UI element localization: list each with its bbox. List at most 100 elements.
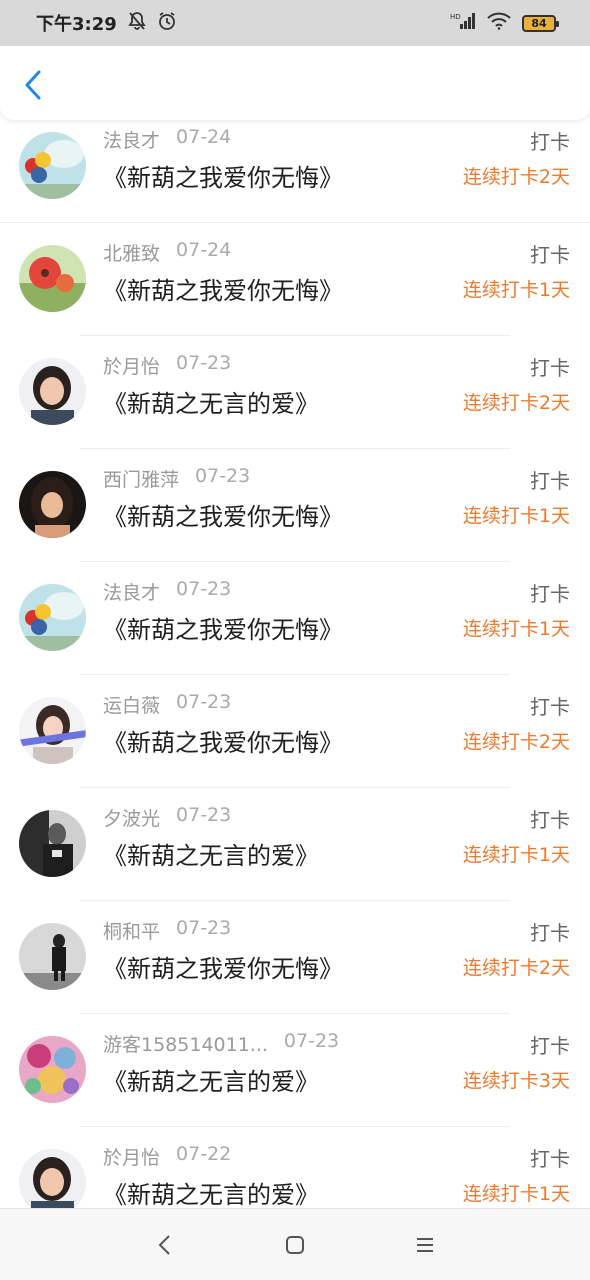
- checkin-date: 07-24: [176, 126, 232, 148]
- wifi-icon: [486, 12, 512, 34]
- book-title[interactable]: 《新葫之我爱你无悔》: [103, 497, 343, 532]
- checkin-date: 07-22: [176, 1143, 232, 1165]
- avatar[interactable]: [19, 471, 86, 538]
- checkin-row[interactable]: 於月怡 07-23 《新葫之无言的爱》 打卡连续打卡2天: [0, 336, 590, 449]
- user-name[interactable]: 法良才: [103, 578, 160, 605]
- checkin-type: 打卡: [530, 356, 570, 380]
- checkin-row[interactable]: 法良才 07-23 《新葫之我爱你无悔》 打卡连续打卡1天: [0, 562, 590, 675]
- checkin-date: 07-23: [176, 691, 232, 713]
- checkin-meta: 北雅致 07-24: [103, 239, 231, 266]
- avatar[interactable]: [19, 810, 86, 877]
- avatar[interactable]: [19, 132, 86, 199]
- checkin-type: 打卡: [530, 921, 570, 945]
- avatar[interactable]: [19, 245, 86, 312]
- chevron-left-icon: [25, 70, 41, 100]
- streak-label: 连续打卡1天: [462, 279, 570, 301]
- checkin-meta: 游客158514011... 07-23: [103, 1030, 339, 1057]
- status-time: 下午3:29: [36, 14, 117, 35]
- checkin-meta: 西门雅萍 07-23: [103, 465, 250, 492]
- checkin-date: 07-23: [176, 352, 232, 374]
- checkin-meta: 於月怡 07-23: [103, 352, 231, 379]
- nav-home-button[interactable]: [275, 1225, 315, 1265]
- checkin-meta: 夕波光 07-23: [103, 804, 231, 831]
- avatar[interactable]: [19, 584, 86, 651]
- book-title[interactable]: 《新葫之我爱你无悔》: [103, 158, 343, 193]
- checkin-row[interactable]: 桐和平 07-23 《新葫之我爱你无悔》 打卡连续打卡2天: [0, 901, 590, 1014]
- checkin-meta: 运白薇 07-23: [103, 691, 231, 718]
- streak-label: 连续打卡1天: [462, 1183, 570, 1205]
- home-nav-icon: [286, 1235, 304, 1254]
- status-right: HD 84: [450, 12, 559, 34]
- book-title[interactable]: 《新葫之我爱你无悔》: [103, 723, 343, 758]
- avatar[interactable]: [19, 1149, 86, 1208]
- user-name[interactable]: 夕波光: [103, 804, 160, 831]
- streak-label: 连续打卡3天: [462, 1070, 570, 1092]
- checkin-row[interactable]: 法良才 07-24 《新葫之我爱你无悔》 打卡 连续打卡2天: [0, 120, 590, 223]
- checkin-row[interactable]: 北雅致 07-24 《新葫之我爱你无悔》 打卡连续打卡1天: [0, 223, 590, 336]
- checkin-type: 打卡: [530, 1034, 570, 1058]
- book-title[interactable]: 《新葫之无言的爱》: [103, 384, 319, 419]
- streak-label: 连续打卡2天: [462, 957, 570, 979]
- avatar[interactable]: [19, 697, 86, 764]
- hd-signal-icon: HD: [450, 12, 476, 34]
- checkin-row[interactable]: 游客158514011... 07-23 《新葫之无言的爱》 打卡连续打卡3天: [0, 1014, 590, 1127]
- checkin-type: 打卡: [530, 582, 570, 606]
- status-left: 下午3:29: [36, 10, 177, 36]
- checkin-date: 07-23: [195, 465, 251, 487]
- user-name[interactable]: 西门雅萍: [103, 465, 179, 492]
- checkin-type: 打卡: [530, 130, 570, 154]
- checkin-meta: 桐和平 07-23: [103, 917, 231, 944]
- status-bar: 下午3:29 HD 84: [0, 0, 590, 46]
- streak-label: 连续打卡2天: [462, 392, 570, 414]
- battery-level: 84: [531, 16, 547, 30]
- back-button[interactable]: [18, 70, 48, 100]
- user-name[interactable]: 法良才: [103, 126, 160, 153]
- user-name[interactable]: 运白薇: [103, 691, 160, 718]
- streak-label: 连续打卡1天: [462, 618, 570, 640]
- user-name[interactable]: 於月怡: [103, 352, 160, 379]
- avatar[interactable]: [19, 1036, 86, 1103]
- nav-menu-button[interactable]: [405, 1225, 445, 1265]
- avatar[interactable]: [19, 923, 86, 990]
- user-name[interactable]: 北雅致: [103, 239, 160, 266]
- back-nav-icon: [158, 1234, 170, 1255]
- book-title[interactable]: 《新葫之我爱你无悔》: [103, 949, 343, 984]
- book-title[interactable]: 《新葫之我爱你无悔》: [103, 271, 343, 306]
- top-header: [0, 46, 590, 120]
- checkin-row[interactable]: 夕波光 07-23 《新葫之无言的爱》 打卡连续打卡1天: [0, 788, 590, 901]
- checkin-type: 打卡: [530, 469, 570, 493]
- nav-back-button[interactable]: [145, 1225, 185, 1265]
- streak-label: 连续打卡2天: [462, 731, 570, 753]
- checkin-type: 打卡: [530, 808, 570, 832]
- svg-text:HD: HD: [450, 13, 461, 21]
- system-nav-bar: [0, 1208, 590, 1280]
- menu-nav-icon: [417, 1237, 433, 1252]
- streak-label: 连续打卡1天: [462, 505, 570, 527]
- checkin-type: 打卡: [530, 1147, 570, 1171]
- book-title[interactable]: 《新葫之我爱你无悔》: [103, 610, 343, 645]
- checkin-date: 07-23: [176, 917, 232, 939]
- checkin-meta: 法良才 07-24: [103, 126, 231, 153]
- checkin-meta: 於月怡 07-22: [103, 1143, 231, 1170]
- streak-label: 连续打卡1天: [462, 844, 570, 866]
- avatar[interactable]: [19, 358, 86, 425]
- checkin-date: 07-23: [176, 804, 232, 826]
- battery-icon: 84: [522, 14, 559, 32]
- checkin-row[interactable]: 西门雅萍 07-23 《新葫之我爱你无悔》 打卡连续打卡1天: [0, 449, 590, 562]
- checkin-row[interactable]: 运白薇 07-23 《新葫之我爱你无悔》 打卡连续打卡2天: [0, 675, 590, 788]
- checkin-date: 07-23: [176, 578, 232, 600]
- book-title[interactable]: 《新葫之无言的爱》: [103, 1175, 319, 1208]
- checkin-meta: 法良才 07-23: [103, 578, 231, 605]
- checkin-type: 打卡: [530, 243, 570, 267]
- checkin-row[interactable]: 於月怡 07-22 《新葫之无言的爱》 打卡连续打卡1天: [0, 1127, 590, 1208]
- user-name[interactable]: 於月怡: [103, 1143, 160, 1170]
- user-name[interactable]: 桐和平: [103, 917, 160, 944]
- book-title[interactable]: 《新葫之无言的爱》: [103, 836, 319, 871]
- alarm-icon: [157, 11, 177, 36]
- mute-bell-icon: [127, 11, 147, 36]
- user-name[interactable]: 游客158514011...: [103, 1030, 268, 1057]
- checkin-date: 07-23: [283, 1030, 340, 1052]
- checkin-list: 法良才 07-24 《新葫之我爱你无悔》 打卡 连续打卡2天 北雅致 07-24 《新葫之我爱…: [0, 120, 590, 1208]
- book-title[interactable]: 《新葫之无言的爱》: [103, 1062, 319, 1097]
- checkin-type: 打卡: [530, 695, 570, 719]
